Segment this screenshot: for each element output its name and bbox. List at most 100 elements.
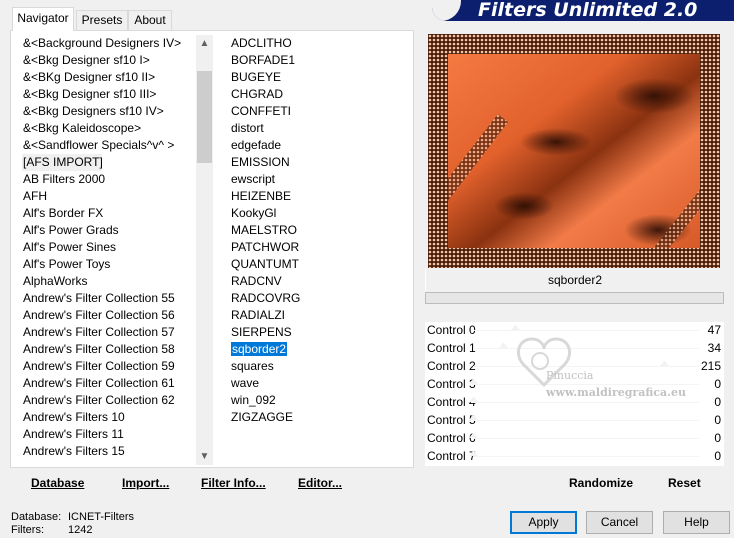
filter-item[interactable]: RADCOVRG bbox=[220, 290, 410, 307]
filter-item[interactable]: MAELSTRO bbox=[220, 222, 410, 239]
help-button[interactable]: Help bbox=[663, 511, 730, 534]
filter-item[interactable]: edgefade bbox=[220, 137, 410, 154]
filter-preview-image bbox=[428, 34, 720, 268]
category-list[interactable]: &<Background Designers IV> &<Bkg Designer… bbox=[13, 35, 195, 463]
filter-item[interactable]: KookyGl bbox=[220, 205, 410, 222]
category-item[interactable]: AFH bbox=[13, 188, 195, 205]
control-slider-thumb[interactable] bbox=[659, 361, 669, 366]
control-slider-row[interactable]: Control 60 bbox=[425, 430, 724, 448]
filter-item-label: RADCNV bbox=[231, 274, 282, 288]
control-slider-track[interactable] bbox=[473, 420, 699, 421]
category-item[interactable]: AlphaWorks bbox=[13, 273, 195, 290]
control-slider-thumb[interactable] bbox=[469, 415, 478, 420]
category-item[interactable]: Andrew's Filters 11 bbox=[13, 426, 195, 443]
database-button-label: Database bbox=[31, 476, 85, 490]
category-item[interactable]: Alf's Border FX bbox=[13, 205, 195, 222]
control-slider-thumb[interactable] bbox=[469, 451, 478, 456]
category-item[interactable]: &<Bkg Designers sf10 IV> bbox=[13, 103, 195, 120]
status-database-value: ICNET-Filters bbox=[68, 511, 134, 523]
category-item[interactable]: Andrew's Filter Collection 58 bbox=[13, 341, 195, 358]
control-slider-track[interactable] bbox=[473, 402, 699, 403]
control-slider-track[interactable] bbox=[473, 366, 699, 367]
filter-item[interactable]: ADCLITHO bbox=[220, 35, 410, 52]
scroll-down-icon[interactable]: ▼ bbox=[196, 448, 213, 465]
control-slider-row[interactable]: Control 50 bbox=[425, 412, 724, 430]
tab-presets[interactable]: Presets bbox=[76, 10, 128, 30]
filter-item-label: QUANTUMT bbox=[231, 257, 299, 271]
category-item[interactable]: [AFS IMPORT] bbox=[22, 154, 103, 171]
filter-item[interactable]: HEIZENBE bbox=[220, 188, 410, 205]
control-slider-thumb[interactable] bbox=[469, 379, 478, 384]
import-button[interactable]: Import... bbox=[122, 474, 169, 492]
filter-item[interactable]: BORFADE1 bbox=[220, 52, 410, 69]
category-item[interactable]: &<Background Designers IV> bbox=[13, 35, 195, 52]
control-slider-track[interactable] bbox=[473, 330, 699, 331]
control-slider-track[interactable] bbox=[473, 438, 699, 439]
control-slider-thumb[interactable] bbox=[469, 397, 478, 402]
category-item[interactable]: Andrew's Filter Collection 61 bbox=[13, 375, 195, 392]
category-item[interactable]: &<BKg Designer sf10 II> bbox=[13, 69, 195, 86]
category-item[interactable]: Andrew's Filter Collection 55 bbox=[13, 290, 195, 307]
control-slider-track[interactable] bbox=[473, 456, 699, 457]
filter-item[interactable]: squares bbox=[220, 358, 410, 375]
filter-item[interactable]: EMISSION bbox=[220, 154, 410, 171]
reset-button[interactable]: Reset bbox=[668, 474, 701, 492]
cancel-button[interactable]: Cancel bbox=[586, 511, 653, 534]
filter-item[interactable]: RADIALZI bbox=[220, 307, 410, 324]
category-item[interactable]: Andrew's Filter Collection 59 bbox=[13, 358, 195, 375]
editor-button[interactable]: Editor... bbox=[298, 474, 342, 492]
control-slider-row[interactable]: Control 40 bbox=[425, 394, 724, 412]
filter-item[interactable]: distort bbox=[220, 120, 410, 137]
filter-item[interactable]: win_092 bbox=[220, 392, 410, 409]
control-slider-thumb[interactable] bbox=[499, 343, 509, 348]
filter-info-button[interactable]: Filter Info... bbox=[201, 474, 266, 492]
control-slider-track[interactable] bbox=[473, 384, 699, 385]
filter-item-label: win_092 bbox=[231, 393, 276, 407]
filter-item[interactable]: ZIGZAGGE bbox=[220, 409, 410, 426]
category-item[interactable]: Alf's Power Toys bbox=[13, 256, 195, 273]
filter-item[interactable]: CHGRAD bbox=[220, 86, 410, 103]
control-slider-row[interactable]: Control 1 34 bbox=[425, 340, 724, 358]
category-item[interactable]: &<Bkg Designer sf10 III> bbox=[13, 86, 195, 103]
status-filters-value: 1242 bbox=[68, 524, 93, 536]
category-item[interactable]: &<Bkg Designer sf10 I> bbox=[13, 52, 195, 69]
editor-button-label: Editor... bbox=[298, 476, 343, 490]
filter-item[interactable]: PATCHWOR bbox=[220, 239, 410, 256]
control-slider-row[interactable]: Control 2 215 bbox=[425, 358, 724, 376]
category-scrollbar[interactable]: ▲ ▼ bbox=[196, 35, 213, 465]
category-item[interactable]: &<Bkg Kaleidoscope> bbox=[13, 120, 195, 137]
category-item[interactable]: &<Sandflower Specials^v^ > bbox=[13, 137, 195, 154]
database-button[interactable]: Database bbox=[31, 474, 84, 492]
filter-item[interactable]: RADCNV bbox=[220, 273, 410, 290]
category-item[interactable]: Alf's Power Grads bbox=[13, 222, 195, 239]
control-slider-track[interactable] bbox=[473, 348, 699, 349]
filter-item[interactable]: SIERPENS bbox=[220, 324, 410, 341]
filter-item[interactable]: CONFFETI bbox=[220, 103, 410, 120]
control-slider-thumb[interactable] bbox=[510, 325, 520, 330]
filter-item[interactable]: sqborder2 bbox=[220, 341, 410, 358]
control-slider-row[interactable]: Control 0 47 bbox=[425, 322, 724, 340]
control-slider-row[interactable]: Control 30 bbox=[425, 376, 724, 394]
control-value: 0 bbox=[714, 431, 721, 445]
category-item[interactable]: Alf's Power Sines bbox=[13, 239, 195, 256]
filter-list[interactable]: ADCLITHO BORFADE1 BUGEYE CHGRAD CONFFETI dist… bbox=[220, 35, 410, 463]
filter-item[interactable]: BUGEYE bbox=[220, 69, 410, 86]
category-item[interactable]: Andrew's Filters 10 bbox=[13, 409, 195, 426]
category-item[interactable]: Andrew's Filter Collection 57 bbox=[13, 324, 195, 341]
controls-panel[interactable]: Control 0 47 Control 1 34 Control 2 215 Contro… bbox=[425, 322, 724, 466]
filter-item[interactable]: wave bbox=[220, 375, 410, 392]
tab-navigator[interactable]: Navigator bbox=[12, 7, 74, 31]
tab-about[interactable]: About bbox=[128, 10, 172, 30]
apply-button[interactable]: Apply bbox=[510, 511, 577, 534]
scroll-thumb[interactable] bbox=[197, 71, 212, 163]
category-item[interactable]: Andrew's Filter Collection 56 bbox=[13, 307, 195, 324]
scroll-up-icon[interactable]: ▲ bbox=[196, 35, 213, 52]
randomize-button[interactable]: Randomize bbox=[569, 474, 633, 492]
category-item[interactable]: Andrew's Filters 15 bbox=[13, 443, 195, 460]
filter-item[interactable]: ewscript bbox=[220, 171, 410, 188]
category-item[interactable]: AB Filters 2000 bbox=[13, 171, 195, 188]
category-item[interactable]: Andrew's Filter Collection 62 bbox=[13, 392, 195, 409]
control-slider-row[interactable]: Control 70 bbox=[425, 448, 724, 466]
filter-item[interactable]: QUANTUMT bbox=[220, 256, 410, 273]
control-slider-thumb[interactable] bbox=[469, 433, 478, 438]
